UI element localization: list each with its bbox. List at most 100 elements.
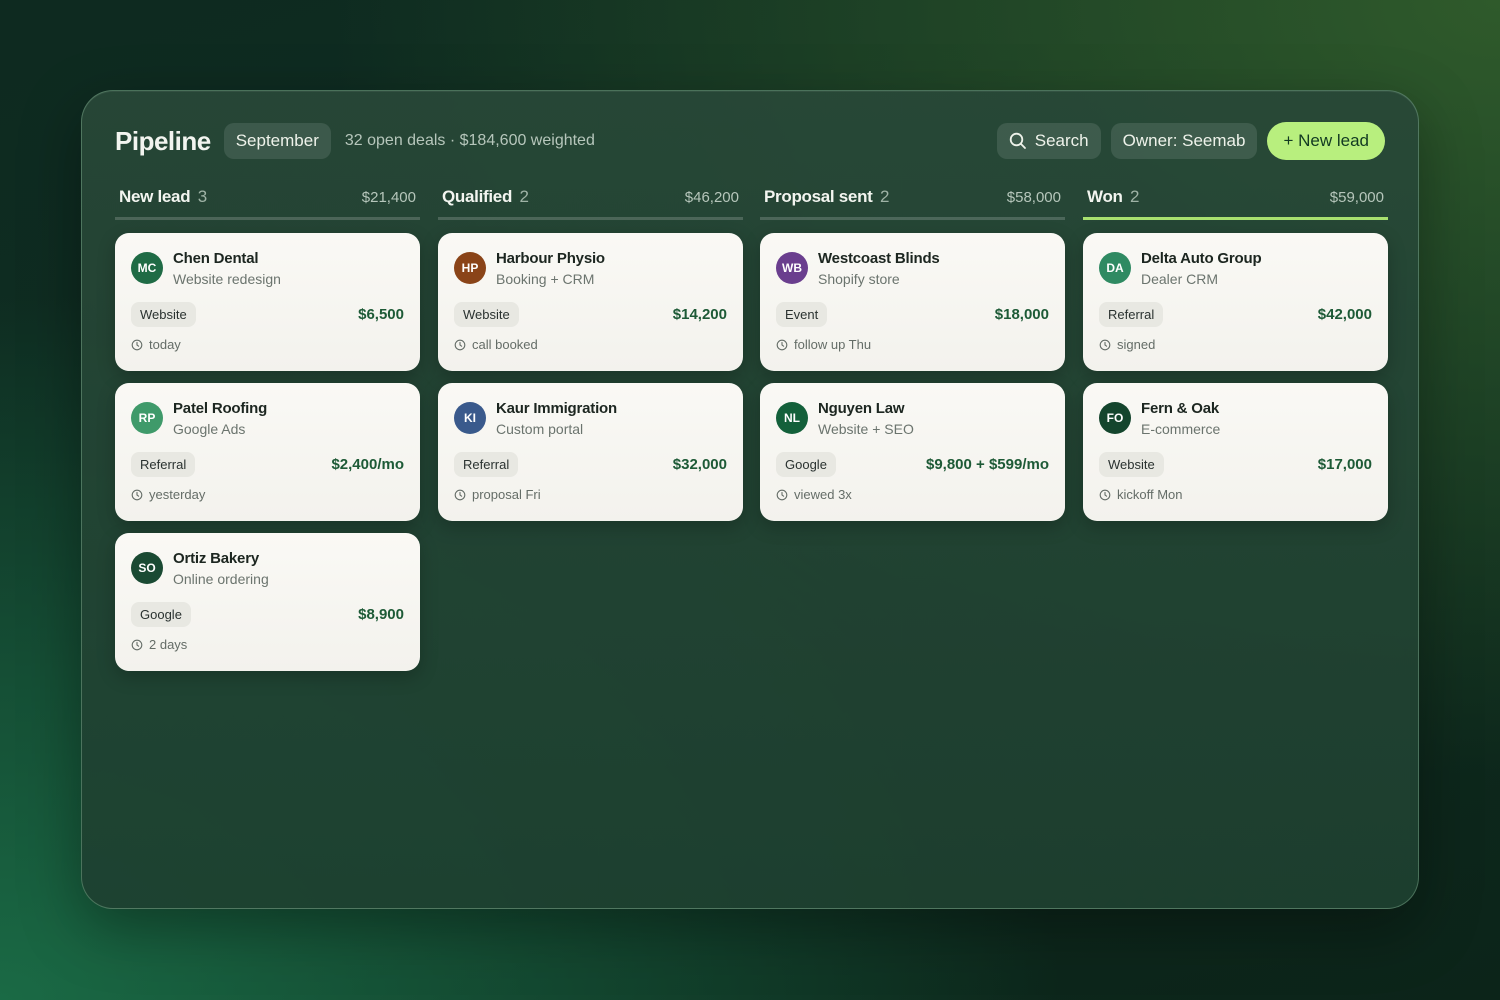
column-name: New lead <box>119 187 191 206</box>
project-name: Shopify store <box>818 271 900 287</box>
activity-meta: proposal Fri <box>454 487 541 502</box>
deal-card[interactable]: WB Westcoast Blinds Shopify store Event $18,… <box>760 233 1065 371</box>
deal-card[interactable]: RP Patel Roofing Google Ads Referral $2,400/… <box>115 383 420 521</box>
card-list: MC Chen Dental Website redesign Website $6,5… <box>115 233 420 671</box>
toolbar: Pipeline September 32 open deals · $184,… <box>115 122 1385 160</box>
project-name: Website redesign <box>173 271 281 287</box>
company-name: Delta Auto Group <box>1141 250 1262 267</box>
column-header[interactable]: Proposal sent 2 $58,000 <box>760 187 1065 220</box>
clock-icon <box>454 339 466 351</box>
column-count: 3 <box>197 187 207 206</box>
column-count: 2 <box>519 187 529 206</box>
source-tag: Event <box>776 302 828 327</box>
company-name: Patel Roofing <box>173 400 268 417</box>
column-proposal-sent: Proposal sent 2 $58,000 WB Westcoast Blinds… <box>760 187 1065 533</box>
clock-icon <box>1099 489 1111 501</box>
project-name: Website + SEO <box>818 421 914 437</box>
project-name: Custom portal <box>496 421 584 437</box>
deal-card[interactable]: NL Nguyen Law Website + SEO Google $9,800 + … <box>760 383 1065 521</box>
activity-text: viewed 3x <box>794 487 852 502</box>
company-name: Westcoast Blinds <box>818 250 940 267</box>
source-tag: Google <box>131 602 191 627</box>
column-qualified: Qualified 2 $46,200 HP Harbour Physio Bookin… <box>438 187 743 533</box>
column-count: 2 <box>1130 187 1140 206</box>
month-selector[interactable]: September <box>223 123 331 159</box>
deal-card[interactable]: FO Fern & Oak E-commerce Website $17,000 kick… <box>1083 383 1388 521</box>
owner-filter[interactable]: Owner: Seemab <box>1110 123 1258 159</box>
avatar: RP <box>131 402 163 434</box>
company-name: Fern & Oak <box>1141 400 1220 417</box>
activity-text: yesterday <box>149 487 206 502</box>
activity-meta: call booked <box>454 337 538 352</box>
avatar: DA <box>1099 252 1131 284</box>
column-header[interactable]: New lead 3 $21,400 <box>115 187 420 220</box>
deal-card[interactable]: KI Kaur Immigration Custom portal Referral $… <box>438 383 743 521</box>
kanban-board: New lead 3 $21,400 MC Chen Dental Website re… <box>115 187 1388 887</box>
company-name: Kaur Immigration <box>496 400 617 417</box>
deal-amount: $32,000 <box>672 456 727 473</box>
activity-text: kickoff Mon <box>1117 487 1183 502</box>
activity-meta: viewed 3x <box>776 487 852 502</box>
search-icon <box>1009 132 1026 149</box>
activity-text: signed <box>1117 337 1156 352</box>
column-title: Proposal sent 2 <box>764 187 889 207</box>
activity-text: proposal Fri <box>472 487 541 502</box>
activity-meta: yesterday <box>131 487 205 502</box>
activity-text: follow up Thu <box>794 337 872 352</box>
clock-icon <box>776 489 788 501</box>
deal-card[interactable]: HP Harbour Physio Booking + CRM Website $14,… <box>438 233 743 371</box>
avatar: NL <box>776 402 808 434</box>
avatar: KI <box>454 402 486 434</box>
avatar: MC <box>131 252 163 284</box>
avatar: HP <box>454 252 486 284</box>
search-label: Search <box>1034 131 1089 150</box>
new-lead-button[interactable]: + New lead <box>1267 122 1385 160</box>
pipeline-panel: Pipeline September 32 open deals · $184,… <box>81 90 1419 909</box>
activity-text: 2 days <box>149 637 188 652</box>
clock-icon <box>131 339 143 351</box>
company-name: Nguyen Law <box>818 400 905 417</box>
page-title: Pipeline <box>115 125 211 156</box>
activity-text: call booked <box>472 337 538 352</box>
project-name: Online ordering <box>173 571 269 587</box>
deal-amount: $42,000 <box>1317 306 1372 323</box>
column-total: $59,000 <box>1329 189 1384 206</box>
source-tag: Google <box>776 452 836 477</box>
column-header[interactable]: Qualified 2 $46,200 <box>438 187 743 220</box>
deal-amount: $6,500 <box>358 306 404 323</box>
source-tag: Website <box>1099 452 1164 477</box>
deal-amount: $8,900 <box>358 606 404 623</box>
activity-meta: signed <box>1099 337 1155 352</box>
deal-card[interactable]: SO Ortiz Bakery Online ordering Google $8,90… <box>115 533 420 671</box>
column-total: $46,200 <box>684 189 739 206</box>
project-name: E-commerce <box>1141 421 1221 437</box>
column-title: Won 2 <box>1087 187 1140 207</box>
company-name: Chen Dental <box>173 250 259 267</box>
column-won: Won 2 $59,000 DA Delta Auto Group Dealer CRM… <box>1083 187 1388 533</box>
column-header[interactable]: Won 2 $59,000 <box>1083 187 1388 220</box>
card-list: WB Westcoast Blinds Shopify store Event $18,… <box>760 233 1065 521</box>
deal-card[interactable]: DA Delta Auto Group Dealer CRM Referral $42,… <box>1083 233 1388 371</box>
source-tag: Website <box>454 302 519 327</box>
clock-icon <box>1099 339 1111 351</box>
column-name: Qualified <box>442 187 513 206</box>
deal-card[interactable]: MC Chen Dental Website redesign Website $6,5… <box>115 233 420 371</box>
company-name: Ortiz Bakery <box>173 550 259 567</box>
search-button[interactable]: Search <box>996 123 1101 159</box>
column-name: Proposal sent <box>764 187 873 206</box>
column-name: Won <box>1087 187 1123 206</box>
card-list: HP Harbour Physio Booking + CRM Website $14,… <box>438 233 743 521</box>
activity-meta: 2 days <box>131 637 187 652</box>
clock-icon <box>131 639 143 651</box>
pipeline-summary: 32 open deals · $184,600 weighted <box>344 132 595 149</box>
activity-meta: follow up Thu <box>776 337 871 352</box>
card-list: DA Delta Auto Group Dealer CRM Referral $42,… <box>1083 233 1388 521</box>
project-name: Google Ads <box>173 421 246 437</box>
avatar: WB <box>776 252 808 284</box>
project-name: Booking + CRM <box>496 271 595 287</box>
column-total: $21,400 <box>361 189 416 206</box>
activity-meta: kickoff Mon <box>1099 487 1183 502</box>
clock-icon <box>776 339 788 351</box>
source-tag: Referral <box>454 452 519 477</box>
column-title: New lead 3 <box>119 187 207 207</box>
